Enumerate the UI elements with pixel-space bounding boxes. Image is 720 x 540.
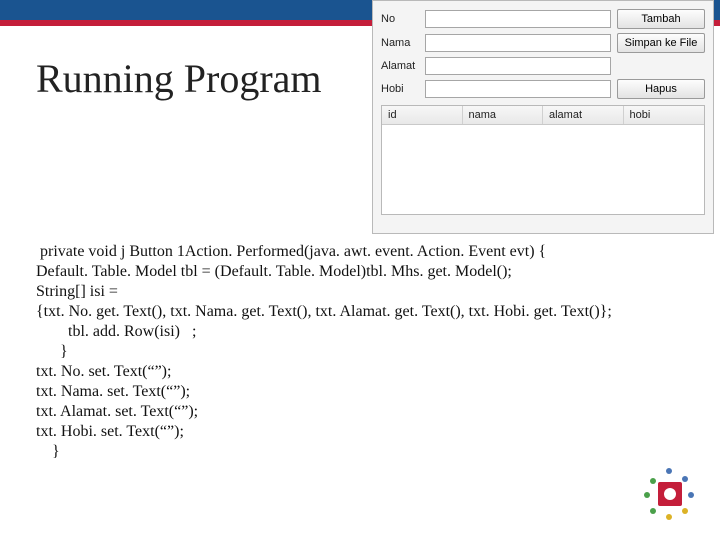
- simpan-button[interactable]: Simpan ke File: [617, 33, 705, 53]
- code-line: {txt. No. get. Text(), txt. Nama. get. T…: [36, 302, 700, 322]
- slide-title: Running Program: [36, 55, 322, 102]
- input-hobi[interactable]: [425, 80, 611, 98]
- col-alamat: alamat: [543, 106, 624, 124]
- code-line: txt. Hobi. set. Text(“”);: [36, 422, 700, 442]
- logo-center-icon: [658, 482, 682, 506]
- app-window: No Tambah Nama Simpan ke File Alamat Hob…: [372, 0, 714, 234]
- col-id: id: [382, 106, 463, 124]
- code-line: }: [36, 442, 700, 462]
- code-line: tbl. add. Row(isi) ;: [36, 322, 700, 342]
- code-line: String[] isi =: [36, 282, 700, 302]
- code-line: }: [36, 342, 700, 362]
- hapus-button[interactable]: Hapus: [617, 79, 705, 99]
- col-hobi: hobi: [624, 106, 705, 124]
- label-hobi: Hobi: [381, 83, 419, 95]
- tambah-button[interactable]: Tambah: [617, 9, 705, 29]
- input-nama[interactable]: [425, 34, 611, 52]
- col-nama: nama: [463, 106, 544, 124]
- code-line: txt. Nama. set. Text(“”);: [36, 382, 700, 402]
- input-alamat[interactable]: [425, 57, 611, 75]
- label-alamat: Alamat: [381, 60, 419, 72]
- label-nama: Nama: [381, 37, 419, 49]
- data-table: id nama alamat hobi: [381, 105, 705, 215]
- code-line: private void j Button 1Action. Performed…: [36, 242, 700, 262]
- code-line: txt. Alamat. set. Text(“”);: [36, 402, 700, 422]
- input-no[interactable]: [425, 10, 611, 28]
- code-line: txt. No. set. Text(“”);: [36, 362, 700, 382]
- code-line: Default. Table. Model tbl = (Default. Ta…: [36, 262, 700, 282]
- label-no: No: [381, 13, 419, 25]
- form-panel: No Tambah Nama Simpan ke File Alamat Hob…: [373, 1, 713, 105]
- university-logo: [642, 466, 698, 522]
- table-header: id nama alamat hobi: [382, 106, 704, 125]
- code-block: private void j Button 1Action. Performed…: [36, 242, 700, 462]
